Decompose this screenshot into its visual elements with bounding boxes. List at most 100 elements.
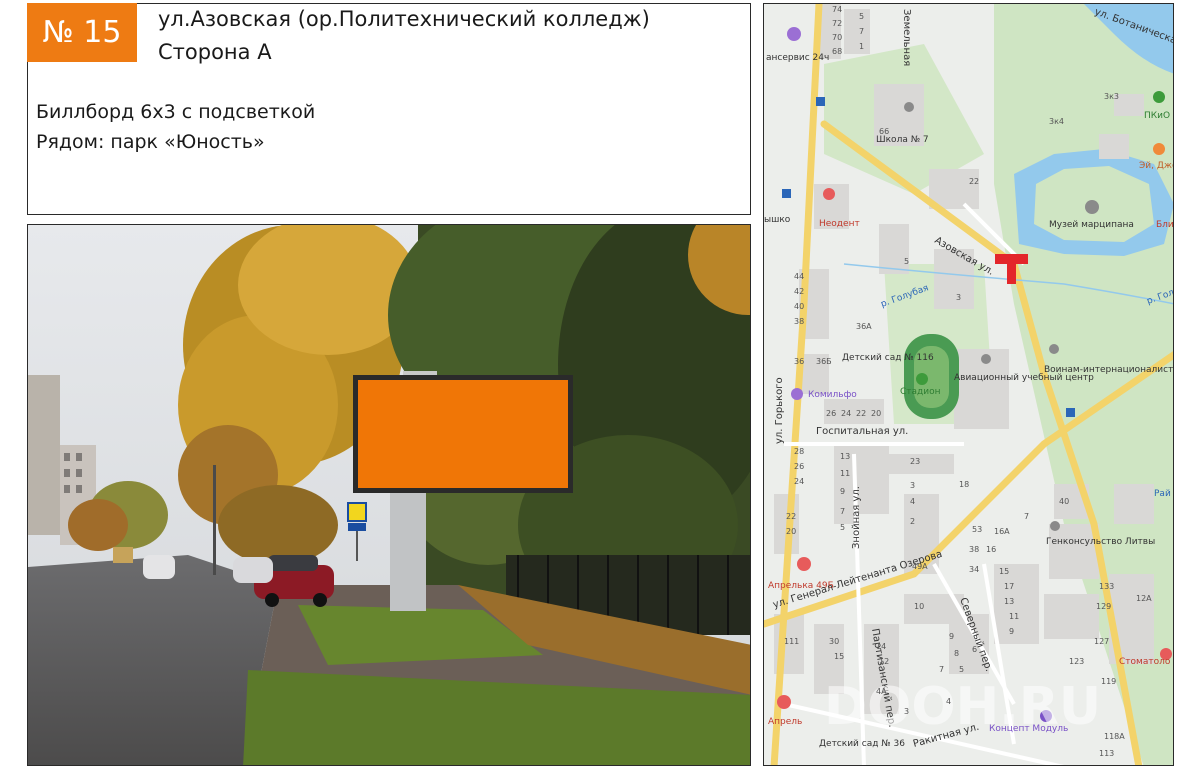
house-number: 9 <box>840 487 845 496</box>
house-number: 15 <box>834 652 844 661</box>
nearby-landmark: Рядом: парк «Юность» <box>36 131 265 153</box>
monument-icon <box>1049 344 1059 354</box>
pharmacy-icon-2 <box>777 695 791 709</box>
pharmacy-icon <box>797 557 811 571</box>
house-number: 7 <box>939 665 944 674</box>
house-number: 118А <box>1104 732 1125 741</box>
consulate-icon <box>1050 521 1060 531</box>
bus-stop-icon <box>816 97 825 106</box>
house-number: 119 <box>1101 677 1116 686</box>
house-number: 22 <box>856 409 866 418</box>
komilfo-label: Комильфо <box>808 390 857 400</box>
house-number: 24 <box>841 409 851 418</box>
pkio-label: ПКиО Юн <box>1144 111 1174 121</box>
consulate-label: Генконсульство Литвы <box>1046 537 1155 547</box>
house-number: 5 <box>904 257 909 266</box>
house-number: 113 <box>1099 749 1114 758</box>
house-number: 24 <box>794 477 804 486</box>
house-number: 40 <box>1059 497 1069 506</box>
beauty-icon <box>791 388 803 400</box>
house-number: 68 <box>832 47 842 56</box>
billboard-photo <box>27 224 751 766</box>
house-number: 36А <box>856 322 872 331</box>
house-number: 11 <box>840 469 850 478</box>
house-number: 22 <box>786 512 796 521</box>
cafe-label: Эй, Джов <box>1139 161 1174 171</box>
house-number: 20 <box>871 409 881 418</box>
house-number: 123 <box>1069 657 1084 666</box>
house-number: 3к3 <box>1104 92 1119 101</box>
house-number: 11 <box>1009 612 1019 621</box>
blin-label: Блин <box>1156 220 1174 230</box>
park-icon <box>1153 91 1165 103</box>
service-icon <box>787 27 801 41</box>
house-number: 74 <box>832 5 842 14</box>
house-number: 4 <box>946 697 951 706</box>
address-title: ул.Азовская (ор.Политехнический колледж) <box>158 7 650 31</box>
kindergarten-116-label: Детский сад № 116 <box>842 353 934 363</box>
house-number: 23 <box>910 457 920 466</box>
museum-icon <box>1085 200 1099 214</box>
house-number: 2 <box>974 177 979 186</box>
house-number: 2 <box>910 517 915 526</box>
house-number: 66 <box>879 127 889 136</box>
house-number: 9 <box>949 632 954 641</box>
house-number: 34 <box>969 565 979 574</box>
house-number: 26 <box>794 462 804 471</box>
poi-label-2: ышко <box>764 215 791 225</box>
side-label: Сторона А <box>158 40 272 64</box>
house-number: 14 <box>876 642 886 651</box>
zemelnaya-label: Земельная <box>901 9 912 66</box>
building <box>28 375 60 535</box>
house-number: 72 <box>832 19 842 28</box>
house-number: 12А <box>1136 594 1152 603</box>
house-number: 5 <box>859 12 864 21</box>
house-number: 30 <box>829 637 839 646</box>
house-number: 12 <box>879 657 889 666</box>
house-number: 26 <box>826 409 836 418</box>
stadium-icon <box>916 373 928 385</box>
bus-stop-icon-2 <box>782 189 791 198</box>
house-number: 16А <box>994 527 1010 536</box>
aprelka-label-2: Апрель <box>768 717 802 727</box>
house-number: 17 <box>1004 582 1014 591</box>
stomatolog-label: Стоматоло <box>1119 657 1171 667</box>
billboard-pole <box>390 493 426 611</box>
house-number: 133 <box>1099 582 1114 591</box>
house-number: 4 <box>910 497 915 506</box>
house-number: 16 <box>986 545 996 554</box>
house-number: 42 <box>794 287 804 296</box>
school-label: Школа № 7 <box>876 135 929 145</box>
house-number: 13 <box>1004 597 1014 606</box>
cafe-icon <box>1153 143 1165 155</box>
house-number: 1 <box>859 42 864 51</box>
house-number: 40 <box>794 302 804 311</box>
location-number-badge: № 15 <box>27 3 137 62</box>
bus-stop-icon-3 <box>1066 408 1075 417</box>
raj-label: Рай <box>1154 489 1171 499</box>
location-map: ансервис 24ч Школа № 7 Неодент ышко ПКиО… <box>763 3 1174 766</box>
school-icon <box>904 102 914 112</box>
house-number: 20 <box>786 527 796 536</box>
watermark: DOOH.RU <box>824 677 1101 737</box>
house-number: 36Б <box>816 357 832 366</box>
znoynaya-label: Знойная ул. <box>851 486 862 549</box>
house-number: 7 <box>840 507 845 516</box>
dental-icon <box>823 188 835 200</box>
house-number: 38 <box>794 317 804 326</box>
house-number: 3 <box>910 481 915 490</box>
house-number: 36 <box>794 357 804 366</box>
stadium-label: Стадион <box>900 387 941 397</box>
house-number: 6 <box>972 645 977 654</box>
billboard-surface <box>358 380 568 488</box>
neodent-label: Неодент <box>819 219 860 229</box>
billboard-description: Биллборд 6х3 с подсветкой <box>36 101 316 123</box>
museum-label: Музей марципана <box>1049 220 1134 230</box>
house-number: 15 <box>999 567 1009 576</box>
house-number: 49А <box>912 562 928 571</box>
road <box>28 555 278 765</box>
house-number: 7 <box>859 27 864 36</box>
house-number: 5 <box>840 523 845 532</box>
house-number: 3 <box>956 293 961 302</box>
house-number: 18 <box>959 480 969 489</box>
